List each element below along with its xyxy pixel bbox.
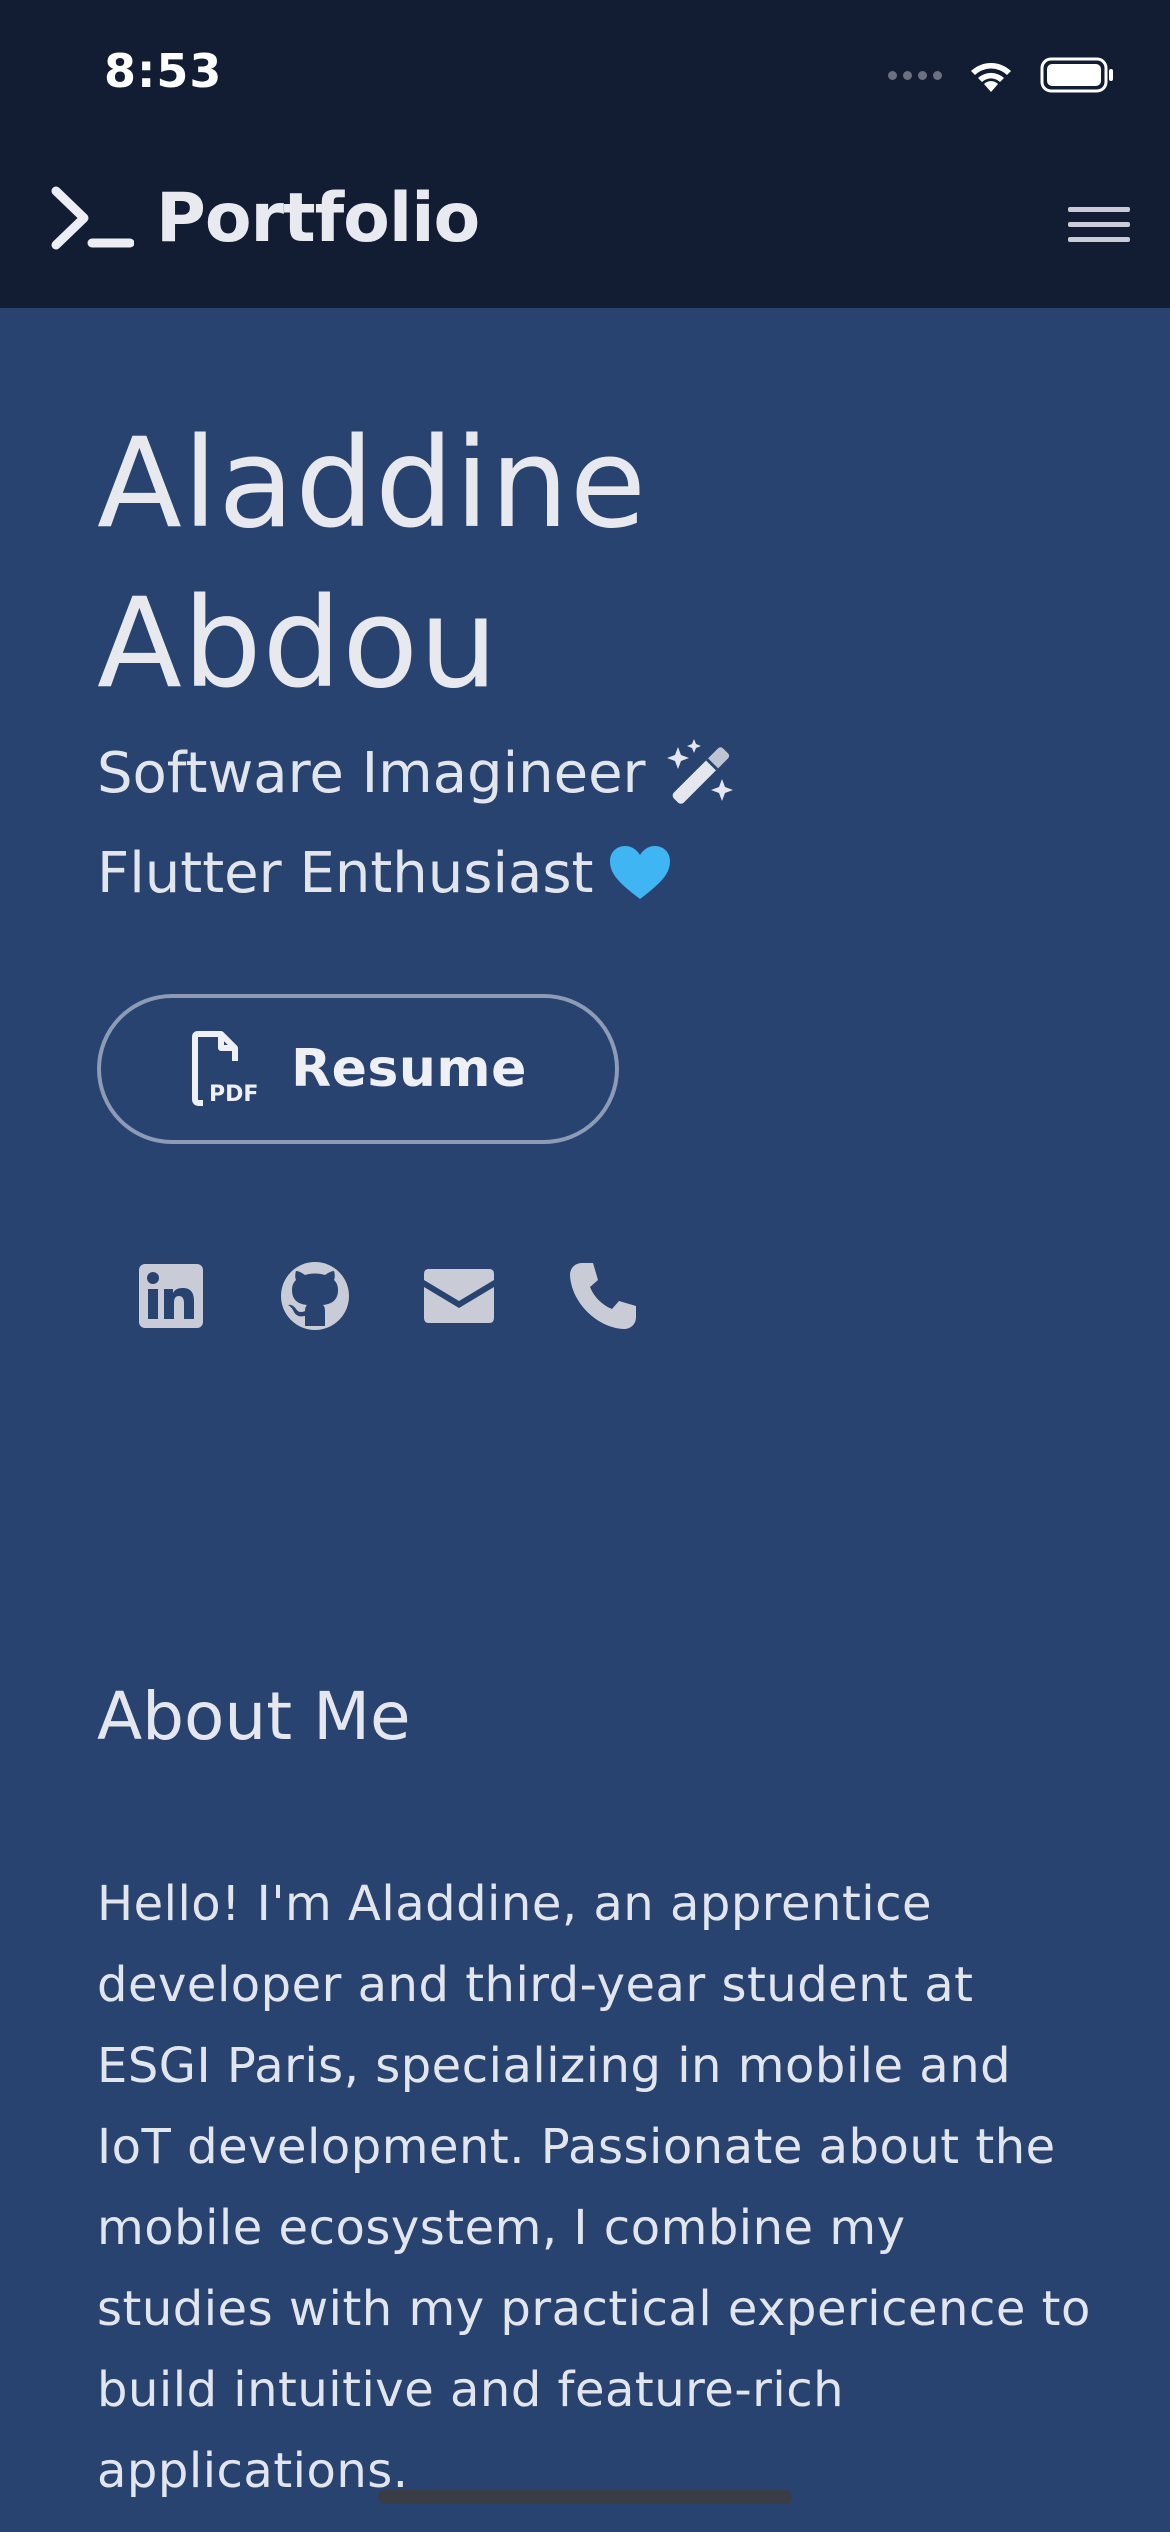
hero-name-line2: Abdou bbox=[97, 572, 499, 716]
svg-text:PDF: PDF bbox=[209, 1082, 257, 1107]
hero-name: Aladdine Abdou bbox=[97, 404, 1097, 724]
magic-wand-icon bbox=[666, 739, 733, 804]
app-header: 8:53 Portfolio bbox=[0, 0, 1170, 308]
hamburger-menu-icon[interactable] bbox=[1068, 196, 1130, 252]
tagline-flutter: Flutter Enthusiast bbox=[97, 828, 1097, 918]
status-icons bbox=[888, 50, 1114, 100]
resume-button[interactable]: PDF Resume bbox=[97, 994, 619, 1144]
about-body: Hello! I'm Aladdine, an apprentice devel… bbox=[97, 1876, 1091, 2499]
cellular-signal-icon bbox=[888, 70, 942, 80]
github-icon[interactable] bbox=[277, 1258, 353, 1334]
brand[interactable]: Portfolio bbox=[50, 178, 480, 258]
tagline-software-text: Software Imagineer bbox=[97, 740, 646, 806]
hero-name-line1: Aladdine bbox=[97, 412, 648, 556]
battery-icon bbox=[1040, 57, 1113, 93]
wifi-icon bbox=[971, 63, 1011, 92]
blue-heart-icon bbox=[610, 846, 671, 899]
phone-icon[interactable] bbox=[565, 1258, 641, 1334]
email-icon[interactable] bbox=[421, 1258, 497, 1334]
pdf-file-icon: PDF bbox=[192, 1031, 257, 1107]
about-title: About Me bbox=[97, 1678, 411, 1755]
brand-title: Portfolio bbox=[156, 178, 480, 258]
tagline-software: Software Imagineer bbox=[97, 728, 1097, 818]
home-indicator[interactable] bbox=[378, 2490, 792, 2504]
social-links bbox=[133, 1258, 641, 1334]
status-time: 8:53 bbox=[104, 44, 223, 98]
tagline-flutter-text: Flutter Enthusiast bbox=[97, 840, 594, 906]
main-content: Aladdine Abdou Software Imagineer Flutte… bbox=[97, 308, 1097, 2499]
linkedin-icon[interactable] bbox=[133, 1258, 209, 1334]
resume-label: Resume bbox=[291, 1039, 527, 1099]
terminal-prompt-icon bbox=[51, 186, 134, 250]
